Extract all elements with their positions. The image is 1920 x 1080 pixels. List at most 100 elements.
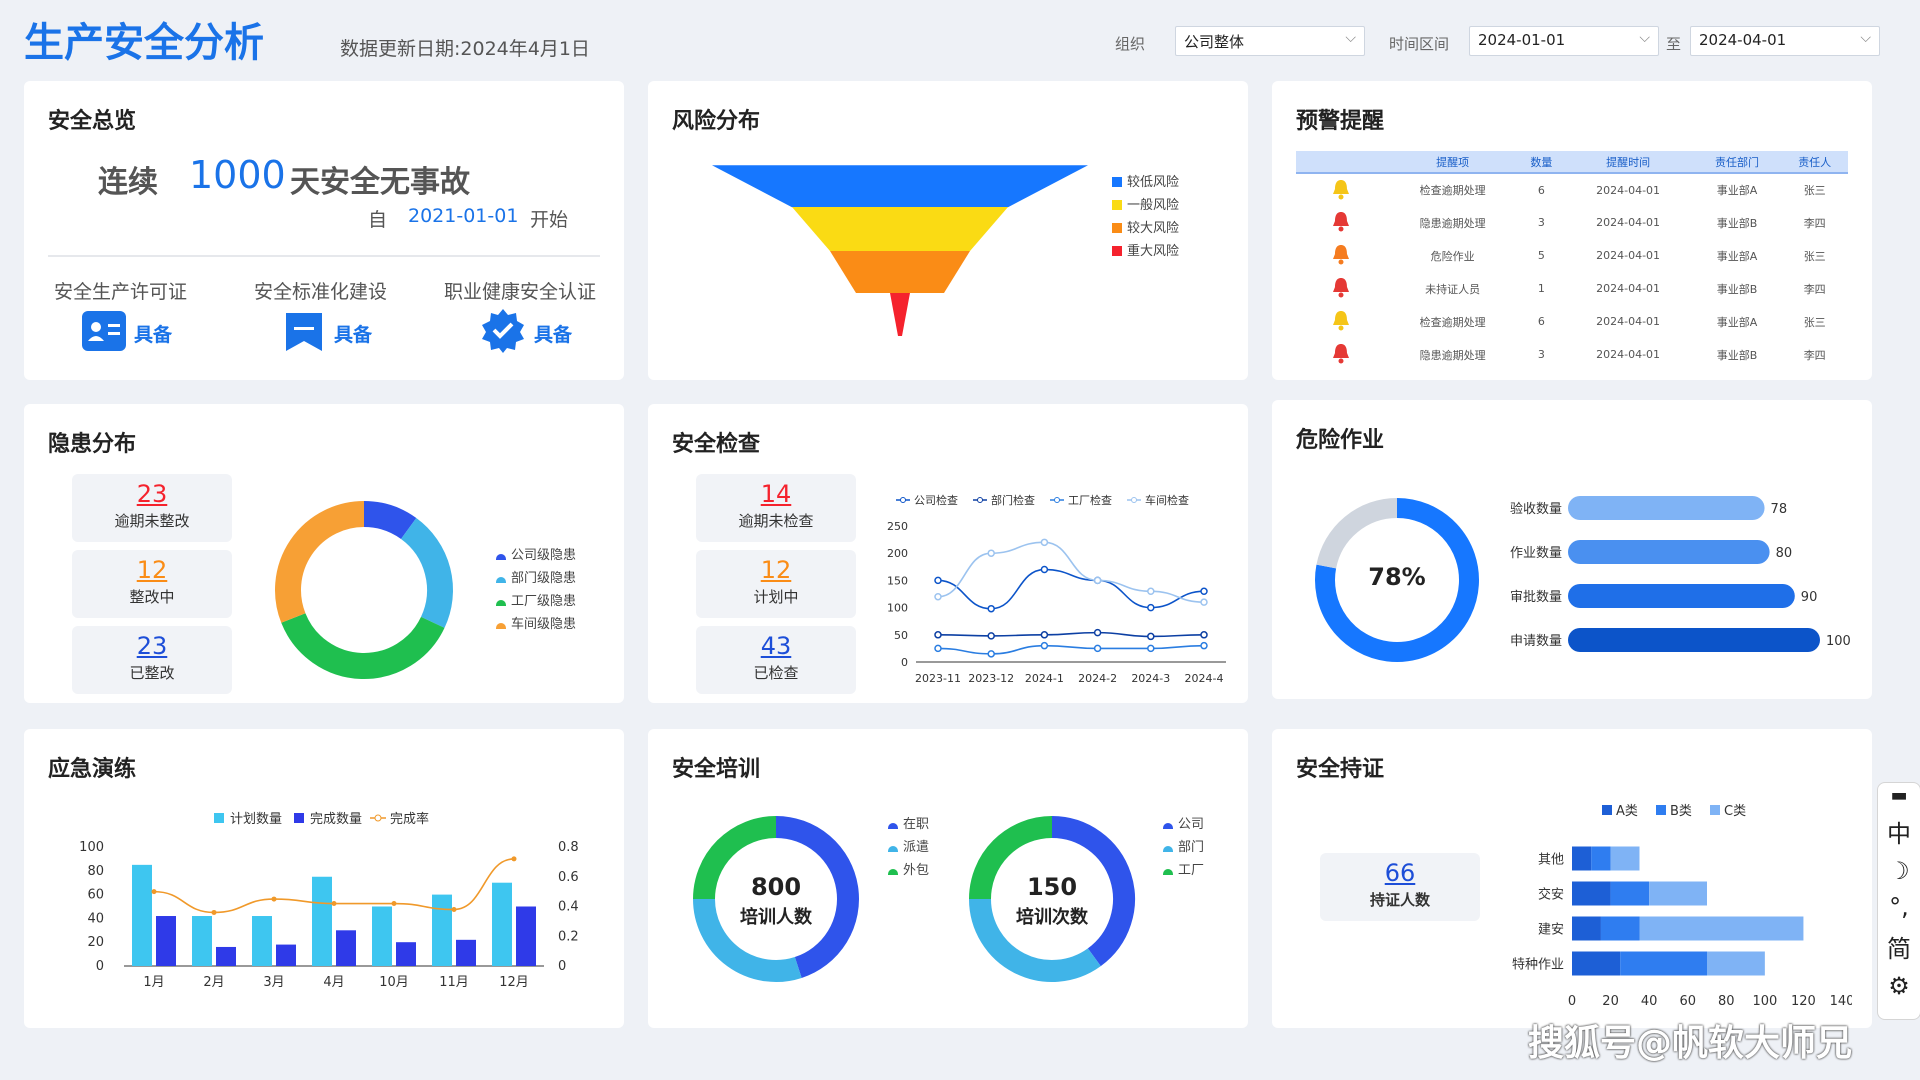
bar-label: 作业数量 [1510,546,1562,561]
watermark: 搜狐号@帆软大师兄 [1528,1023,1853,1064]
x-tick-label: 2月 [203,975,224,990]
stat-value: 12 [136,556,168,584]
bar-完成数量 [456,939,476,966]
update-date: 数据更新日期:2024年4月1日 [340,38,590,60]
x-tick-label: 100 [1752,994,1777,1009]
stat-value: 23 [136,480,168,508]
cell-dept: 事业部A [1716,249,1758,263]
x-tick-label: 2024-4 [1185,672,1224,685]
simplified-toggle[interactable]: 简 [1878,929,1920,964]
legend-swatch [1163,869,1173,875]
column-header: 责任部门 [1692,151,1782,174]
stat-value: 43 [760,632,792,660]
safe-days-suffix: 天安全无事故 [290,165,470,200]
y-tick-label: 40 [87,911,104,926]
legend-item[interactable]: 派遣 [888,836,929,855]
toolbar-handle[interactable]: ▬ [1878,785,1920,806]
stat-overdue[interactable]: 14 逾期未检查 [696,474,856,542]
x-tick-label: 140 [1830,994,1852,1009]
y-tick-label: 0 [96,959,104,974]
card-title: 安全总览 [48,109,137,134]
to-label: 至 [1666,35,1682,53]
legend-swatch [1710,805,1720,815]
org-select[interactable]: 公司整体 ⌵ [1175,26,1365,56]
org-select-value: 公司整体 [1184,33,1245,51]
table-row[interactable]: 隐患逾期处理 3 2024-04-01 事业部B 李四 [1296,338,1848,371]
gear-icon[interactable]: ⚙ [1878,972,1920,1000]
stat-done[interactable]: 23 已整改 [72,626,232,694]
table-row[interactable]: 检查逾期处理 6 2024-04-01 事业部A 张三 [1296,305,1848,338]
bar-label: 验收数量 [1510,501,1562,517]
from-label: 自 [368,209,388,231]
data-point [451,906,457,912]
cell-item: 检查逾期处理 [1419,184,1486,197]
chevron-down-icon: ⌵ [1345,30,1356,46]
from-date: 2021-01-01 [408,205,519,227]
legend-item[interactable]: 部门级隐患 [496,567,576,586]
stat-label: 计划中 [753,588,799,606]
data-point [331,901,337,907]
column-header: 提醒时间 [1563,151,1693,174]
y-tick-label: 150 [887,574,908,587]
x-tick-label: 2023-11 [915,672,961,685]
y-tick-label: 100 [79,840,104,855]
data-point [1200,587,1208,596]
y-tick-label: 60 [87,888,104,903]
punctuation-toggle[interactable]: °, [1878,893,1920,921]
legend-item[interactable]: 工厂级隐患 [496,590,576,609]
data-point [211,909,217,915]
stat-in-progress[interactable]: 12 整改中 [72,550,232,618]
legend-swatch [496,577,506,583]
ime-chinese-toggle[interactable]: 中 [1878,814,1920,849]
legend-label: 公司级隐患 [511,548,577,563]
legend-label: 完成数量 [310,812,362,827]
cell-time: 2024-04-01 [1596,249,1661,262]
legend-item[interactable]: 重大风险 [1112,240,1179,259]
stat-overdue[interactable]: 23 逾期未整改 [72,474,232,542]
x-tick-label: 60 [1679,994,1696,1009]
legend-swatch [496,600,506,606]
legend-item[interactable]: 工厂 [1163,859,1204,878]
stat-checked[interactable]: 43 已检查 [696,626,856,694]
consecutive-label: 连续 [98,165,158,200]
table-row[interactable]: 危险作业 5 2024-04-01 事业部A 张三 [1296,239,1848,272]
legend-item[interactable]: 公司 [1163,813,1204,832]
legend-item[interactable]: 较低风险 [1112,171,1179,190]
stat-label: 已检查 [753,664,799,682]
app-title: 生产安全分析 [24,20,264,66]
data-point [987,632,995,640]
legend-item[interactable]: 在职 [888,813,929,832]
legend-item[interactable]: 较大风险 [1112,217,1179,236]
bar-value: 80 [1776,546,1793,561]
legend-item[interactable]: 公司级隐患 [496,544,576,563]
y-tick-label: 200 [887,547,908,560]
stat-planned[interactable]: 12 计划中 [696,550,856,618]
certified-count-box[interactable]: 66 持证人数 [1320,853,1480,921]
cell-item: 隐患逾期处理 [1419,216,1486,230]
cert-name: 职业健康安全认证 [444,281,597,303]
x-tick-label: 40 [1641,994,1658,1009]
legend-item[interactable]: 一般风险 [1112,194,1179,213]
emergency-drill-card: 应急演练 0 20 40 60 80 100 0 0.2 0.4 0.6 0.8 1月 2月 3月 4月 10… [24,729,624,1028]
table-row[interactable]: 检查逾期处理 6 2024-04-01 事业部A 张三 [1296,173,1848,206]
safety-overview-card: 安全总览 连续 1000 天安全无事故 自 2021-01-01 开始 安全生产… [24,81,624,380]
end-date-picker[interactable]: 2024-04-01 ⌵ [1690,26,1880,56]
card-title: 应急演练 [48,757,137,782]
table-row[interactable]: 隐患逾期处理 3 2024-04-01 事业部B 李四 [1296,206,1848,239]
table-row[interactable]: 未持证人员 1 2024-04-01 事业部B 李四 [1296,272,1848,305]
legend-item[interactable]: 车间级隐患 [496,613,576,632]
series-line-公司检查 [937,568,1205,610]
warning-table: 提醒项 数量 提醒时间 责任部门 责任人 检查逾期处理 6 2024-04-01 事业… [1296,151,1848,371]
bar-value: 90 [1801,590,1818,605]
legend-swatch [888,846,898,852]
bell-icon [1296,206,1386,239]
legend-swatch [214,813,224,823]
start-date-picker[interactable]: 2024-01-01 ⌵ [1469,26,1659,56]
moon-icon[interactable]: ☽ [1878,857,1920,885]
column-header: 提醒项 [1386,151,1520,174]
legend-item[interactable]: 外包 [888,859,929,878]
bar-审批数量 [1568,584,1795,608]
card-title: 危险作业 [1296,428,1385,453]
legend-item[interactable]: 部门 [1163,836,1204,855]
data-point [1040,565,1049,574]
